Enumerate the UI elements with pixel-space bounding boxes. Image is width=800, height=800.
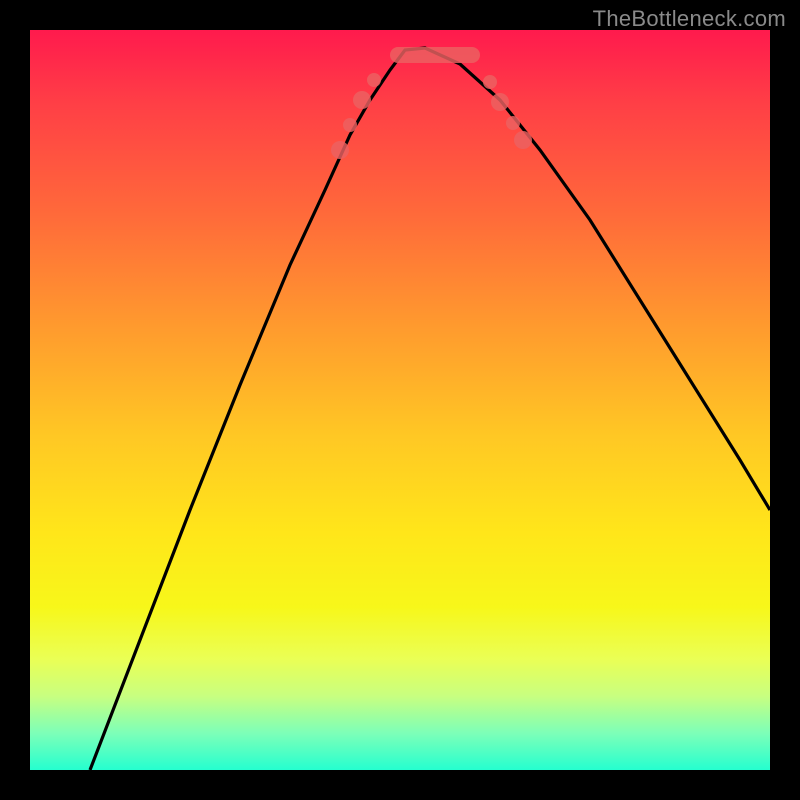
curve-marker <box>343 118 357 132</box>
watermark-text: TheBottleneck.com <box>593 6 786 32</box>
curve-marker <box>483 75 497 89</box>
curve-marker <box>506 116 520 130</box>
page-frame: TheBottleneck.com <box>0 0 800 800</box>
curve-marker <box>491 93 509 111</box>
curve-marker <box>331 141 349 159</box>
bottleneck-curve <box>30 30 770 770</box>
gradient-plot <box>30 30 770 770</box>
curve-trough-pill <box>390 47 480 63</box>
curve-marker <box>367 73 381 87</box>
curve-marker <box>353 91 371 109</box>
curve-marker <box>514 131 532 149</box>
